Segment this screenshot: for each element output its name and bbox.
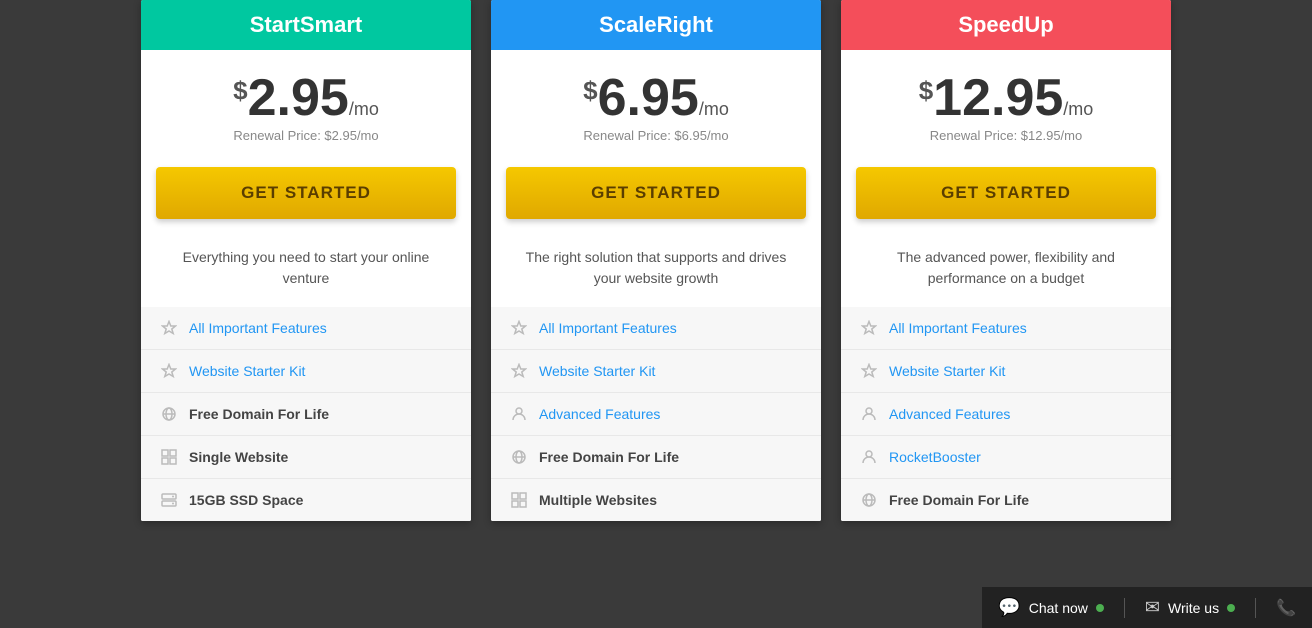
feature-text: 15GB SSD Space [189,492,303,508]
feature-icon-grid [509,490,529,510]
feature-link[interactable]: Website Starter Kit [889,363,1005,379]
plan-price-section-startsmart: $2.95/mo Renewal Price: $2.95/mo [141,50,471,167]
plan-header-scaleright: ScaleRight [491,0,821,50]
renewal-price: Renewal Price: $12.95/mo [861,128,1151,143]
feature-item: All Important Features [141,307,471,350]
plan-card-startsmart: StartSmart $2.95/mo Renewal Price: $2.95/m… [141,0,471,521]
feature-item: 15GB SSD Space [141,479,471,521]
feature-item: Website Starter Kit [491,350,821,393]
chat-now-label: Chat now [1029,600,1088,616]
feature-item: Free Domain For Life [491,436,821,479]
feature-item: All Important Features [841,307,1171,350]
chat-online-dot [1096,604,1104,612]
feature-item: Website Starter Kit [141,350,471,393]
feature-icon-person [859,404,879,424]
feature-link[interactable]: Website Starter Kit [189,363,305,379]
feature-item: Free Domain For Life [141,393,471,436]
feature-item: All Important Features [491,307,821,350]
plan-price-speedup: $12.95/mo [861,72,1151,124]
renewal-price: Renewal Price: $6.95/mo [511,128,801,143]
plan-header-startsmart: StartSmart [141,0,471,50]
feature-item: Single Website [141,436,471,479]
feature-text: Free Domain For Life [539,449,679,465]
chat-divider [1124,598,1125,618]
feature-icon-server [159,490,179,510]
chat-bar: 💬 Chat now ✉ Write us 📞 [982,587,1312,628]
feature-icon-person [859,447,879,467]
write-icon: ✉ [1145,597,1160,618]
price-currency: $ [919,75,933,105]
renewal-price: Renewal Price: $2.95/mo [161,128,451,143]
feature-icon-person [509,404,529,424]
price-per-mo: /mo [699,99,729,119]
price-per-mo: /mo [349,99,379,119]
plan-price-startsmart: $2.95/mo [161,72,451,124]
feature-icon-globe [159,404,179,424]
feature-icon-star [159,318,179,338]
plan-header-speedup: SpeedUp [841,0,1171,50]
plan-description-speedup: The advanced power, flexibility and perf… [841,237,1171,307]
feature-link[interactable]: Website Starter Kit [539,363,655,379]
feature-icon-grid [159,447,179,467]
plan-description-startsmart: Everything you need to start your online… [141,237,471,307]
price-per-mo: /mo [1063,99,1093,119]
phone-icon: 📞 [1276,598,1296,618]
feature-icon-star [509,318,529,338]
feature-link[interactable]: Advanced Features [889,406,1010,422]
plan-card-speedup: SpeedUp $12.95/mo Renewal Price: $12.95/mo… [841,0,1171,521]
feature-icon-globe [509,447,529,467]
price-amount: 2.95 [248,69,349,127]
write-online-dot [1227,604,1235,612]
feature-text: Free Domain For Life [189,406,329,422]
plan-card-scaleright: ScaleRight $6.95/mo Renewal Price: $6.95/m… [491,0,821,521]
feature-link[interactable]: RocketBooster [889,449,981,465]
write-us-label: Write us [1168,600,1219,616]
price-currency: $ [233,75,247,105]
feature-item: Website Starter Kit [841,350,1171,393]
pricing-container: StartSmart $2.95/mo Renewal Price: $2.95/m… [0,0,1312,521]
chat-divider-2 [1255,598,1256,618]
feature-text: Multiple Websites [539,492,657,508]
feature-link[interactable]: All Important Features [889,320,1027,336]
feature-item: Multiple Websites [491,479,821,521]
price-amount: 6.95 [598,69,699,127]
price-currency: $ [583,75,597,105]
plan-price-scaleright: $6.95/mo [511,72,801,124]
feature-icon-star [859,361,879,381]
feature-icon-star [859,318,879,338]
plan-features-speedup: All Important Features Website Starter K… [841,307,1171,521]
feature-icon-globe [859,490,879,510]
feature-item: Free Domain For Life [841,479,1171,521]
price-amount: 12.95 [933,69,1063,127]
phone-button[interactable]: 📞 [1276,598,1296,618]
feature-link[interactable]: All Important Features [539,320,677,336]
feature-item: Advanced Features [841,393,1171,436]
get-started-button-startsmart[interactable]: GET STARTED [156,167,456,219]
chat-icon: 💬 [998,597,1020,618]
chat-now-button[interactable]: 💬 Chat now [998,597,1104,618]
feature-link[interactable]: Advanced Features [539,406,660,422]
plan-features-startsmart: All Important Features Website Starter K… [141,307,471,521]
feature-icon-star [159,361,179,381]
plan-price-section-scaleright: $6.95/mo Renewal Price: $6.95/mo [491,50,821,167]
feature-item: RocketBooster [841,436,1171,479]
write-us-button[interactable]: ✉ Write us [1145,597,1235,618]
feature-link[interactable]: All Important Features [189,320,327,336]
feature-text: Free Domain For Life [889,492,1029,508]
plan-description-scaleright: The right solution that supports and dri… [491,237,821,307]
plan-features-scaleright: All Important Features Website Starter K… [491,307,821,521]
get-started-button-scaleright[interactable]: GET STARTED [506,167,806,219]
get-started-button-speedup[interactable]: GET STARTED [856,167,1156,219]
feature-icon-star [509,361,529,381]
feature-text: Single Website [189,449,288,465]
plan-price-section-speedup: $12.95/mo Renewal Price: $12.95/mo [841,50,1171,167]
feature-item: Advanced Features [491,393,821,436]
